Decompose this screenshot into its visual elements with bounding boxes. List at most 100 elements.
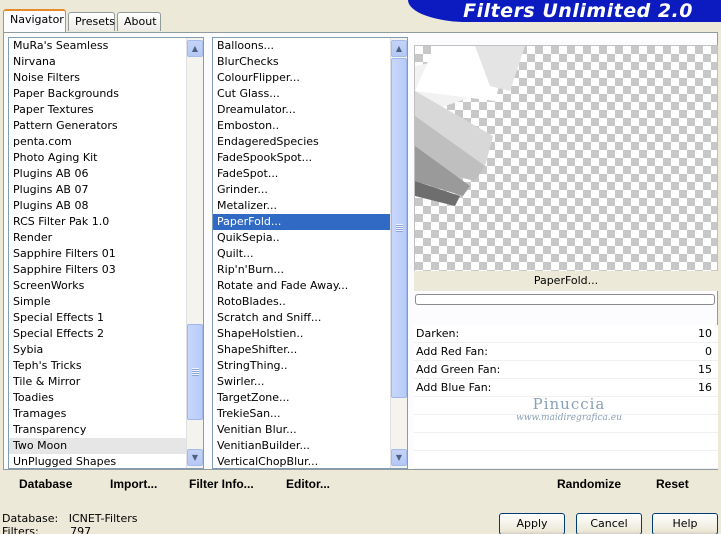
parameter-label: Add Red Fan: — [416, 345, 488, 358]
filter-info-button[interactable]: Filter Info... — [189, 477, 254, 491]
title-banner: Filters Unlimited 2.0 — [408, 0, 721, 22]
watermark-name: Pinuccia — [532, 395, 606, 413]
category-item[interactable]: Render — [9, 230, 203, 246]
apply-button[interactable]: Apply — [499, 513, 565, 534]
filter-item[interactable]: Quilt... — [213, 246, 407, 262]
parameter-label: Add Green Fan: — [416, 363, 501, 376]
category-item[interactable]: Toadies — [9, 390, 203, 406]
filter-item[interactable]: RotoBlades.. — [213, 294, 407, 310]
category-item[interactable]: Teph's Tricks — [9, 358, 203, 374]
filter-item[interactable]: Metalizer... — [213, 198, 407, 214]
navigator-panel: MuRa's Seamless Nirvana Noise Filters Paper… — [3, 32, 718, 470]
category-item[interactable]: RCS Filter Pak 1.0 — [9, 214, 203, 230]
filter-item[interactable]: ColourFlipper... — [213, 70, 407, 86]
filter-item[interactable]: VenitianBuilder... — [213, 438, 407, 454]
scroll-down-arrow-icon[interactable]: ▼ — [391, 449, 407, 466]
filter-item[interactable]: Scratch and Sniff... — [213, 310, 407, 326]
randomize-button[interactable]: Randomize — [557, 477, 621, 491]
database-button[interactable]: Database — [19, 477, 72, 491]
scroll-down-arrow-icon[interactable]: ▼ — [187, 449, 203, 466]
preview-image — [414, 45, 718, 291]
parameter-value[interactable]: 15 — [698, 361, 712, 379]
filter-item[interactable]: Cut Glass... — [213, 86, 407, 102]
scroll-up-arrow-icon[interactable]: ▲ — [391, 40, 407, 57]
scrollbar-thumb[interactable] — [391, 58, 407, 398]
tab-navigator[interactable]: Navigator — [3, 9, 66, 32]
filter-item[interactable]: Rip'n'Burn... — [213, 262, 407, 278]
parameter-value[interactable]: 10 — [698, 325, 712, 343]
filter-item[interactable]: FadeSpot... — [213, 166, 407, 182]
category-item[interactable]: penta.com — [9, 134, 203, 150]
category-item[interactable]: Sapphire Filters 03 — [9, 262, 203, 278]
filter-scrollbar[interactable]: ▲ ▼ — [390, 38, 407, 468]
help-button[interactable]: Help — [652, 513, 718, 534]
category-item[interactable]: Plugins AB 08 — [9, 198, 203, 214]
filter-item[interactable]: Emboston.. — [213, 118, 407, 134]
category-item[interactable]: Transparency — [9, 422, 203, 438]
tab-bar: Navigator Presets About — [0, 0, 380, 32]
category-item[interactable]: Special Effects 1 — [9, 310, 203, 326]
scrollbar-thumb[interactable] — [187, 324, 203, 420]
category-item[interactable]: Paper Backgrounds — [9, 86, 203, 102]
reset-button[interactable]: Reset — [656, 477, 689, 491]
tab-presets[interactable]: Presets — [68, 12, 115, 31]
filter-item[interactable]: PaperFold... — [213, 214, 407, 230]
watermark: Pinuccia www.maidiregrafica.eu — [489, 395, 649, 423]
category-item[interactable]: Tile & Mirror — [9, 374, 203, 390]
category-item[interactable]: Photo Aging Kit — [9, 150, 203, 166]
filter-item[interactable]: Venitian Blur... — [213, 422, 407, 438]
category-item[interactable]: Plugins AB 07 — [9, 182, 203, 198]
category-item[interactable]: Simple — [9, 294, 203, 310]
filter-item[interactable]: ShapeHolstien.. — [213, 326, 407, 342]
scroll-up-arrow-icon[interactable]: ▲ — [187, 40, 203, 57]
filter-item[interactable]: Dreamulator... — [213, 102, 407, 118]
filter-item[interactable]: VerticalChopBlur... — [213, 454, 407, 468]
filter-item[interactable]: StringThing.. — [213, 358, 407, 374]
filters-count-value: 797 — [70, 525, 92, 534]
filter-item[interactable]: FadeSpookSpot... — [213, 150, 407, 166]
filter-item[interactable]: TargetZone... — [213, 390, 407, 406]
category-item[interactable]: Tramages — [9, 406, 203, 422]
filter-item[interactable]: QuikSepia.. — [213, 230, 407, 246]
parameter-row-empty — [414, 433, 718, 451]
category-item[interactable]: MuRa's Seamless — [9, 38, 203, 54]
category-item[interactable]: Two Moon — [9, 438, 203, 454]
category-item[interactable]: Nirvana — [9, 54, 203, 70]
watermark-url: www.maidiregrafica.eu — [516, 413, 622, 423]
filter-item[interactable]: Balloons... — [213, 38, 407, 54]
parameter-value[interactable]: 16 — [698, 379, 712, 397]
category-item[interactable]: Paper Textures — [9, 102, 203, 118]
database-value: ICNET-Filters — [68, 512, 138, 525]
category-scrollbar[interactable]: ▲ ▼ — [186, 38, 203, 468]
filter-list[interactable]: Balloons... BlurChecks ColourFlipper... Cut… — [212, 37, 408, 469]
parameter-label: Darken: — [416, 327, 460, 340]
category-item[interactable]: Sybia — [9, 342, 203, 358]
filter-item[interactable]: Grinder... — [213, 182, 407, 198]
editor-button[interactable]: Editor... — [286, 477, 330, 491]
category-item[interactable]: Pattern Generators — [9, 118, 203, 134]
parameter-label: Add Blue Fan: — [416, 381, 492, 394]
parameter-row[interactable]: Add Red Fan: 0 — [414, 343, 718, 361]
category-item[interactable]: Sapphire Filters 01 — [9, 246, 203, 262]
category-item[interactable]: Plugins AB 06 — [9, 166, 203, 182]
category-list[interactable]: MuRa's Seamless Nirvana Noise Filters Paper… — [8, 37, 204, 469]
app-title: Filters Unlimited 2.0 — [463, 0, 693, 22]
parameter-row[interactable]: Darken: 10 — [414, 325, 718, 343]
filter-item[interactable]: EndageredSpecies — [213, 134, 407, 150]
filter-item[interactable]: TrekieSan... — [213, 406, 407, 422]
import-button[interactable]: Import... — [110, 477, 157, 491]
cancel-button[interactable]: Cancel — [576, 513, 642, 534]
bottom-toolbar: Database Import... Filter Info... Editor… — [3, 470, 718, 499]
category-item[interactable]: Special Effects 2 — [9, 326, 203, 342]
filter-item[interactable]: Rotate and Fade Away... — [213, 278, 407, 294]
parameter-value[interactable]: 0 — [705, 343, 712, 361]
category-item[interactable]: ScreenWorks — [9, 278, 203, 294]
filter-item[interactable]: Swirler... — [213, 374, 407, 390]
filters-count-label: Filters: — [2, 525, 39, 534]
category-item[interactable]: Noise Filters — [9, 70, 203, 86]
filter-item[interactable]: ShapeShifter... — [213, 342, 407, 358]
category-item[interactable]: UnPlugged Shapes — [9, 454, 203, 468]
parameter-row[interactable]: Add Green Fan: 15 — [414, 361, 718, 379]
tab-about[interactable]: About — [117, 12, 161, 31]
filter-item[interactable]: BlurChecks — [213, 54, 407, 70]
